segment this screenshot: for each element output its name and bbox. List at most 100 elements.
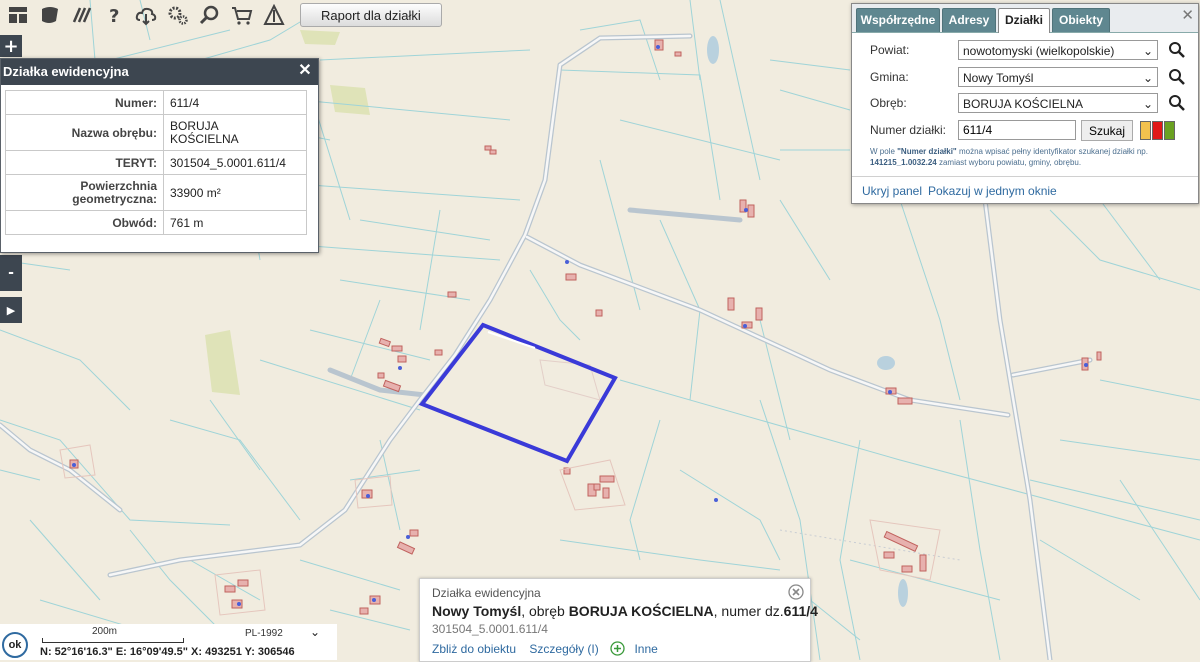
building — [397, 355, 407, 363]
other-link[interactable]: Inne — [634, 642, 657, 656]
zoom-out-icon: - — [8, 265, 14, 281]
zoom-in-button[interactable]: + — [0, 35, 22, 57]
building — [565, 273, 577, 281]
map-shapes-icon[interactable] — [36, 1, 64, 29]
single-window-link[interactable]: Pokazuj w jednym oknie — [928, 184, 1057, 198]
search-button[interactable]: Szukaj — [1081, 120, 1133, 141]
parcel-info-title-bar[interactable]: Działka ewidencyjna ✕ — [1, 59, 318, 85]
building — [747, 204, 755, 218]
gmina-row: Gmina: Nowy Tomyśl ⌄ — [852, 67, 1198, 89]
meadow-area — [330, 85, 370, 115]
close-icon[interactable]: ✕ — [1181, 6, 1194, 24]
chevron-down-icon: ⌄ — [1142, 97, 1153, 111]
status-bar: ok 200m PL-1992 ⌄ N: 52°16'16.3" E: 16°0… — [0, 624, 337, 660]
building — [599, 475, 615, 483]
chevron-down-icon: ⌄ — [1142, 71, 1153, 85]
obreb-name-text: BORUJA KOŚCIELNA — [170, 118, 239, 146]
powiat-label: Powiat: — [870, 43, 910, 57]
feature-popup: Działka ewidencyjna Nowy Tomyśl, obręb B… — [419, 578, 818, 662]
main-toolbar: ? Raport dla działki — [0, 0, 442, 30]
building — [489, 149, 497, 155]
table-row: Obwód: 761 m — [5, 210, 307, 235]
color-swatch-yellow[interactable] — [1140, 121, 1151, 140]
close-icon[interactable] — [788, 584, 804, 600]
cart-icon[interactable] — [228, 1, 256, 29]
chevron-down-icon[interactable]: ⌄ — [310, 625, 320, 639]
hint-field: "Numer działki" — [897, 147, 957, 156]
building — [593, 483, 601, 491]
tab-addresses[interactable]: Adresy — [942, 8, 996, 32]
plus-circle-icon[interactable] — [610, 641, 625, 656]
popup-heading: Działka ewidencyjna — [432, 586, 541, 600]
close-icon[interactable]: ✕ — [296, 62, 314, 80]
building — [484, 145, 492, 151]
building — [883, 551, 895, 559]
hint-mid: można wpisać pełny identyfikator szukane… — [956, 147, 1148, 156]
building — [237, 579, 249, 587]
powiat-value: nowotomyski (wielkopolskie) — [963, 44, 1115, 58]
obreb-label: Obręb: — [870, 96, 907, 110]
obreb-select[interactable]: BORUJA KOŚCIELNA ⌄ — [958, 93, 1158, 113]
zoom-to-object-link[interactable]: Zbliż do obiektu — [432, 642, 516, 656]
parcel-info-table: Numer: 611/4 Nazwa obrębu: BORUJA KOŚCIE… — [5, 90, 307, 235]
building — [377, 372, 385, 379]
table-row: Nazwa obrębu: BORUJA KOŚCIELNA — [5, 114, 307, 151]
tab-objects[interactable]: Obiekty — [1052, 8, 1110, 32]
search-hint: W pole "Numer działki" można wpisać pełn… — [870, 146, 1190, 168]
popup-teryt: 301504_5.0001.611/4 — [432, 622, 548, 636]
gmina-select[interactable]: Nowy Tomyśl ⌄ — [958, 67, 1158, 87]
cloud-download-icon[interactable] — [132, 1, 160, 29]
popup-numer-prefix: , numer dz. — [713, 603, 784, 619]
teryt-value: 301504_5.0001.611/4 — [163, 150, 307, 175]
search-panel: Współrzędne Adresy Działki Obiekty ✕ Pow… — [851, 3, 1199, 204]
hint-prefix: W pole — [870, 147, 898, 156]
table-row: TERYT: 301504_5.0001.611/4 — [5, 150, 307, 175]
popup-obreb: BORUJA KOŚCIELNA — [568, 603, 714, 619]
pond — [707, 36, 719, 64]
area-value: 33900 m² — [163, 174, 307, 211]
gmina-label: Gmina: — [870, 70, 909, 84]
perimeter-value: 761 m — [163, 210, 307, 235]
chevron-down-icon: ⌄ — [1142, 44, 1153, 58]
zoom-out-button[interactable]: - — [0, 255, 22, 291]
parcel-number-input[interactable] — [958, 120, 1076, 140]
color-swatch-red[interactable] — [1152, 121, 1163, 140]
settings-icon[interactable] — [164, 1, 192, 29]
building — [434, 349, 443, 356]
hint-example: 141215_1.0032.24 — [870, 158, 937, 167]
search-tabs: Współrzędne Adresy Działki Obiekty ✕ — [852, 4, 1198, 33]
teryt-label: TERYT: — [5, 150, 164, 175]
chevron-right-icon: ▶ — [6, 303, 16, 317]
building — [727, 297, 735, 311]
obreb-row: Obręb: BORUJA KOŚCIELNA ⌄ — [852, 93, 1198, 115]
building — [595, 309, 603, 317]
search-icon[interactable] — [1168, 68, 1186, 86]
parcel-info-title: Działka ewidencyjna — [3, 64, 129, 79]
powiat-select[interactable]: nowotomyski (wielkopolskie) ⌄ — [958, 40, 1158, 60]
search-icon[interactable] — [1168, 94, 1186, 112]
gmina-value: Nowy Tomyśl — [963, 71, 1034, 85]
expand-panel-button[interactable]: ▶ — [0, 297, 22, 323]
details-link[interactable]: Szczegóły (I) — [529, 642, 598, 656]
hatch-icon[interactable] — [68, 1, 96, 29]
ok-button[interactable]: ok — [2, 632, 28, 658]
report-for-parcel-button[interactable]: Raport dla działki — [300, 3, 442, 27]
triangle-measure-icon[interactable] — [260, 1, 288, 29]
building — [224, 585, 236, 593]
perimeter-label: Obwód: — [5, 210, 164, 235]
obreb-value: BORUJA KOŚCIELNA — [963, 97, 1084, 111]
hint-suffix: zamiast wyboru powiatu, gminy, obrębu. — [936, 158, 1082, 167]
zoom-search-icon[interactable] — [196, 1, 224, 29]
color-swatch-green[interactable] — [1164, 121, 1175, 140]
search-icon[interactable] — [1168, 41, 1186, 59]
hide-panel-link[interactable]: Ukryj panel — [862, 184, 922, 198]
building — [409, 529, 419, 537]
tab-parcels[interactable]: Działki — [998, 8, 1050, 33]
area-label: Powierzchnia geometryczna: — [5, 174, 164, 211]
help-icon[interactable]: ? — [100, 1, 128, 29]
parcel-number-label: Numer działki: — [870, 123, 947, 137]
tab-coordinates[interactable]: Współrzędne — [856, 8, 940, 32]
building — [391, 345, 403, 352]
pond — [898, 579, 908, 607]
layers-icon[interactable] — [4, 1, 32, 29]
